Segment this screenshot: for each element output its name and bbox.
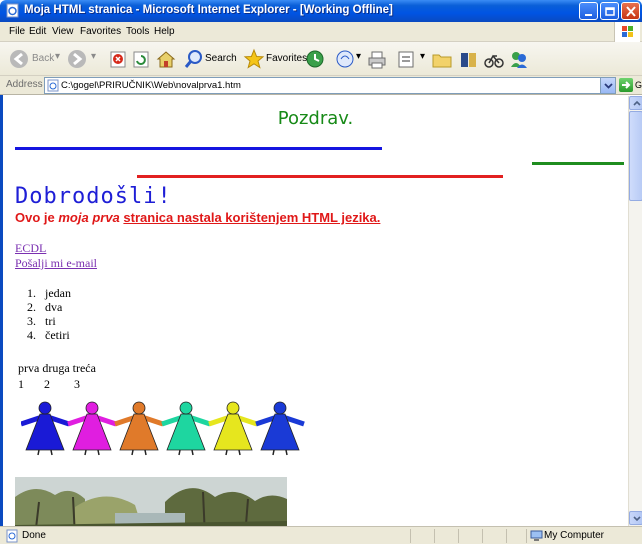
- done-page-icon: [6, 529, 18, 543]
- address-label: Address: [6, 79, 43, 90]
- trees-photo-graphic: [15, 477, 287, 526]
- status-bar: Done My Computer: [0, 526, 642, 544]
- page-content: Pozdrav. Dobrodošli! Ovo je moja prva st…: [3, 96, 628, 526]
- edit-page-icon[interactable]: [396, 47, 416, 71]
- address-dropdown-icon[interactable]: [600, 78, 615, 93]
- menu-help[interactable]: Help: [154, 26, 175, 37]
- scroll-thumb[interactable]: [629, 111, 642, 201]
- security-zone-label: My Computer: [544, 530, 605, 541]
- menu-bar: File Edit View Favorites Tools Help: [0, 22, 642, 42]
- scroll-down-button[interactable]: [629, 511, 642, 525]
- table-cell: 1: [18, 377, 24, 391]
- menu-tools[interactable]: Tools: [126, 26, 149, 37]
- favorites-star-icon[interactable]: [243, 47, 265, 71]
- messenger-bike-icon[interactable]: [483, 47, 505, 71]
- standard-toolbar: Back ▾ ▾ Search Favorites ▾ ▾: [0, 42, 642, 76]
- status-divider: [458, 529, 459, 543]
- scroll-up-button[interactable]: [629, 96, 642, 110]
- mail-dropdown-icon[interactable]: ▾: [356, 51, 361, 62]
- intro-paragraph: Ovo je moja prva stranica nastala korišt…: [15, 210, 380, 225]
- menu-view[interactable]: View: [52, 26, 74, 37]
- dancing-figure: [161, 401, 211, 456]
- address-bar: Address C:\gogel\PRIRUČNIK\Web\novalprva…: [0, 76, 642, 95]
- blue-horizontal-rule: [15, 147, 382, 150]
- mail-icon[interactable]: [335, 47, 357, 71]
- forward-arrow-icon[interactable]: [66, 47, 88, 71]
- ordered-list: 1. jedan 2. dva 3. tri 4. četiri: [27, 286, 71, 342]
- address-input[interactable]: C:\gogel\PRIRUČNIK\Web\novalprva1.htm: [44, 77, 616, 94]
- minimize-button[interactable]: [579, 2, 598, 20]
- dancing-figure: [208, 401, 258, 456]
- status-divider: [434, 529, 435, 543]
- ie-page-icon: [6, 3, 19, 18]
- folder-icon[interactable]: [431, 47, 453, 71]
- greeting-heading: Pozdrav.: [277, 108, 354, 129]
- list-item: 4. četiri: [27, 328, 70, 342]
- status-divider: [482, 529, 483, 543]
- dancing-figure: [114, 401, 164, 456]
- restore-button[interactable]: [600, 2, 619, 20]
- dancing-figures-image: [21, 401, 305, 456]
- back-button-label[interactable]: Back: [32, 53, 54, 64]
- favorites-button-label[interactable]: Favorites: [266, 53, 307, 64]
- send-email-link[interactable]: Pošalji mi e-mail: [15, 256, 97, 271]
- close-button[interactable]: [621, 2, 640, 20]
- table-cell: 2: [44, 377, 50, 391]
- edit-dropdown-icon[interactable]: ▾: [420, 51, 425, 62]
- computer-icon: [530, 530, 543, 541]
- table-cell: 3: [74, 377, 80, 391]
- landscape-photo: [15, 477, 287, 526]
- refresh-icon[interactable]: [131, 47, 151, 71]
- address-value[interactable]: C:\gogel\PRIRUČNIK\Web\novalprva1.htm: [61, 80, 241, 91]
- stop-icon[interactable]: [108, 47, 128, 71]
- status-text: Done: [22, 530, 46, 541]
- search-button-label[interactable]: Search: [205, 53, 237, 64]
- go-arrow-icon[interactable]: [619, 78, 633, 92]
- welcome-heading: Dobrodošli!: [15, 184, 172, 209]
- ecdl-link[interactable]: ECDL: [15, 241, 46, 256]
- window-title: Moja HTML stranica - Microsoft Internet …: [24, 4, 393, 16]
- dancing-figure: [67, 401, 117, 456]
- red-horizontal-rule: [137, 175, 503, 178]
- history-icon[interactable]: [305, 47, 325, 71]
- table-header-row: prva druga treća: [18, 361, 96, 375]
- search-icon[interactable]: [184, 47, 204, 71]
- status-divider: [410, 529, 411, 543]
- windows-logo-icon: [614, 22, 640, 42]
- home-icon[interactable]: [155, 47, 177, 71]
- research-icon[interactable]: [458, 47, 480, 71]
- dancing-figure: [255, 401, 305, 456]
- page-icon: [47, 79, 59, 92]
- title-bar[interactable]: Moja HTML stranica - Microsoft Internet …: [0, 0, 642, 22]
- list-item: 2. dva: [27, 300, 63, 314]
- print-icon[interactable]: [366, 47, 388, 71]
- menu-edit[interactable]: Edit: [29, 26, 46, 37]
- intro-underlined-text: stranica nastala korištenjem HTML jezika…: [123, 210, 381, 225]
- list-item: 3. tri: [27, 314, 56, 328]
- back-dropdown-icon[interactable]: ▾: [55, 51, 60, 62]
- intro-bold-text: Ovo je: [15, 210, 59, 225]
- menu-file[interactable]: File: [9, 26, 25, 37]
- forward-dropdown-icon[interactable]: ▾: [91, 51, 96, 62]
- list-item: 1. jedan: [27, 286, 71, 300]
- dancing-figure: [21, 401, 70, 456]
- green-horizontal-rule: [532, 162, 624, 165]
- status-divider: [526, 529, 527, 543]
- intro-italic-text: moja prva: [58, 210, 120, 225]
- status-divider: [506, 529, 507, 543]
- menu-favorites[interactable]: Favorites: [80, 26, 121, 37]
- messenger-icon[interactable]: [508, 47, 530, 71]
- go-button-label[interactable]: Go: [635, 80, 642, 90]
- vertical-scrollbar[interactable]: [628, 96, 642, 526]
- back-arrow-icon[interactable]: [8, 47, 30, 71]
